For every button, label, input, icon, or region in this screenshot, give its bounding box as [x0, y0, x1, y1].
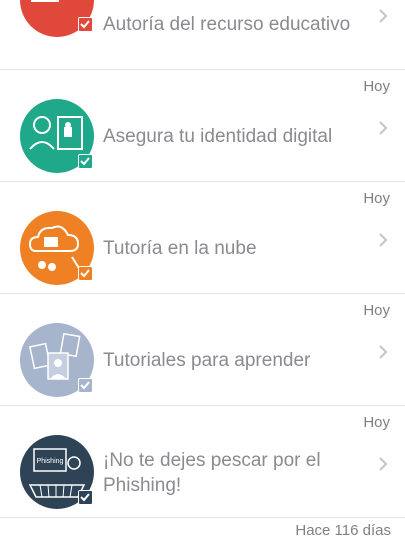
item-date: Hoy: [363, 78, 390, 95]
item-date: Hoy: [363, 190, 390, 207]
chevron-right-icon[interactable]: [378, 344, 388, 360]
list-item[interactable]: Hoy Tutoría en la nube: [0, 182, 405, 294]
chevron-right-icon[interactable]: [378, 232, 388, 248]
item-date: Hoy: [363, 414, 390, 431]
item-date: Hoy: [363, 302, 390, 319]
list-item[interactable]: Hoy Tutoriales para aprender: [0, 294, 405, 406]
completed-check-icon: [78, 266, 93, 281]
chevron-right-icon[interactable]: [378, 120, 388, 136]
item-title: ¡No te dejes pescar por el Phishing!: [103, 450, 321, 496]
chevron-right-icon[interactable]: [378, 456, 388, 472]
completed-check-icon: [78, 154, 93, 169]
item-title: Tutoría en la nube: [103, 238, 257, 259]
chevron-right-icon[interactable]: [378, 8, 388, 24]
list-item[interactable]: Autoría del recurso educativo: [0, 0, 405, 70]
completed-check-icon: [78, 378, 93, 393]
item-title: Asegura tu identidad digital: [103, 126, 333, 147]
item-title: Autoría del recurso educativo: [103, 14, 351, 35]
item-date: Hace 116 días: [295, 522, 391, 539]
list-item[interactable]: Hoy Asegura tu identidad digital: [0, 70, 405, 182]
item-title: Tutoriales para aprender: [103, 350, 311, 371]
phishing-label: Phishing: [37, 458, 64, 465]
completed-check-icon: [78, 490, 93, 505]
list-item[interactable]: Hoy Phishing ¡No te dejes pescar por el …: [0, 406, 405, 518]
completed-check-icon: [78, 17, 93, 32]
